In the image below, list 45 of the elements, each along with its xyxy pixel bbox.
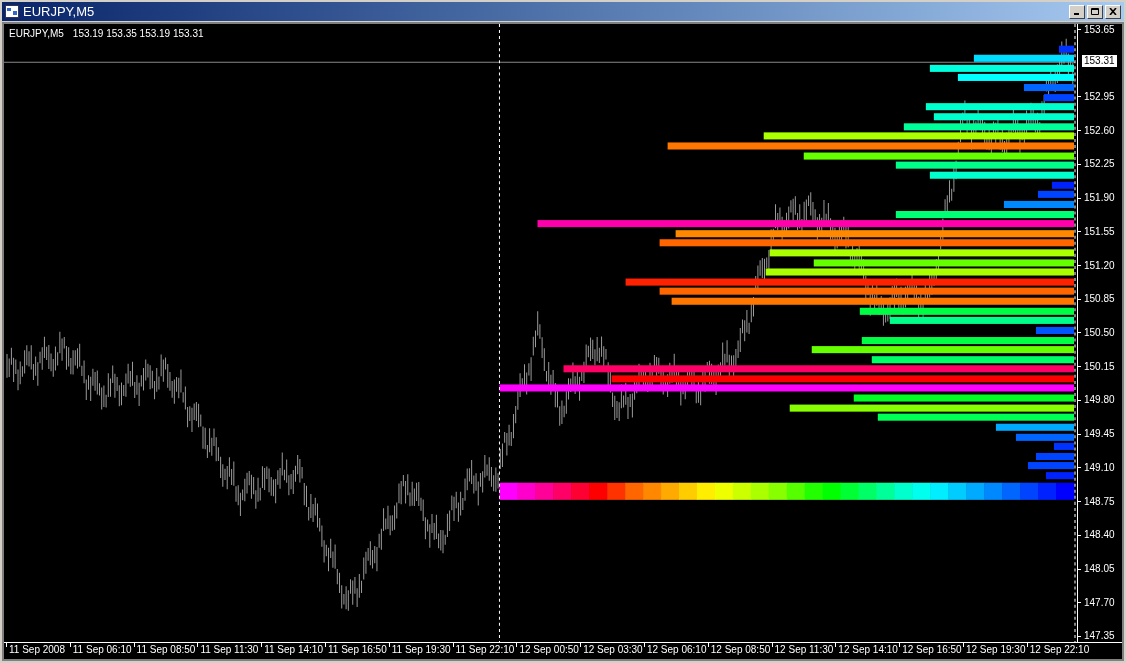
time-label: 12 Sep 11:30: [774, 645, 834, 655]
price-label: 148.05: [1084, 564, 1115, 574]
price-label: 148.75: [1084, 496, 1115, 507]
price-label: 149.80: [1084, 395, 1115, 406]
price-label: 152.95: [1084, 91, 1115, 102]
time-label: 12 Sep 14:10: [838, 645, 898, 655]
price-label: 147.35: [1084, 631, 1115, 642]
time-label: 11 Sep 16:50: [328, 645, 387, 655]
time-label: 11 Sep 08:50: [136, 645, 196, 655]
time-label: 12 Sep 16:50: [902, 645, 962, 655]
time-label: 12 Sep 03:30: [583, 645, 643, 655]
chart-window-icon: [5, 5, 19, 18]
time-label: 11 Sep 19:30: [391, 645, 451, 655]
price-label: 147.70: [1084, 597, 1115, 608]
time-label: 12 Sep 19:30: [965, 645, 1026, 655]
price-label: 151.55: [1084, 226, 1115, 237]
price-label: 150.50: [1084, 327, 1115, 338]
time-label: 12 Sep 06:10: [646, 645, 707, 655]
price-label: 149.45: [1084, 429, 1115, 440]
symbol-label: EURJPY,M5: [9, 27, 64, 41]
time-label: 11 Sep 11:30: [200, 645, 259, 655]
price-label: 148.40: [1084, 530, 1115, 541]
window-title: EURJPY,M5: [23, 5, 95, 18]
price-label: 152.25: [1084, 159, 1115, 170]
time-label: 12 Sep 22:10: [1029, 645, 1090, 655]
time-label: 11 Sep 2008: [9, 645, 65, 655]
time-label: 11 Sep 06:10: [72, 645, 132, 655]
minimize-button[interactable]: [1069, 4, 1085, 19]
close-button[interactable]: [1105, 4, 1121, 19]
time-label: 11 Sep 14:10: [264, 645, 323, 655]
maximize-button[interactable]: [1087, 4, 1103, 19]
price-label: 152.60: [1084, 125, 1115, 136]
current-price-label: 153.31: [1082, 55, 1117, 67]
price-label: 149.10: [1084, 462, 1115, 473]
maximize-icon: [1091, 8, 1099, 15]
price-label: 150.15: [1084, 361, 1115, 372]
price-label: 151.20: [1084, 260, 1115, 271]
time-label: 12 Sep 00:50: [519, 645, 579, 655]
quote-values: 153.19 153.35 153.19 153.31: [72, 27, 204, 41]
time-label: 11 Sep 22:10: [455, 645, 515, 655]
close-icon: [1109, 8, 1117, 15]
price-label: 151.90: [1084, 193, 1115, 204]
price-label: 153.65: [1084, 24, 1115, 35]
price-label: 150.85: [1084, 294, 1115, 305]
time-label: 12 Sep 08:50: [710, 645, 771, 655]
